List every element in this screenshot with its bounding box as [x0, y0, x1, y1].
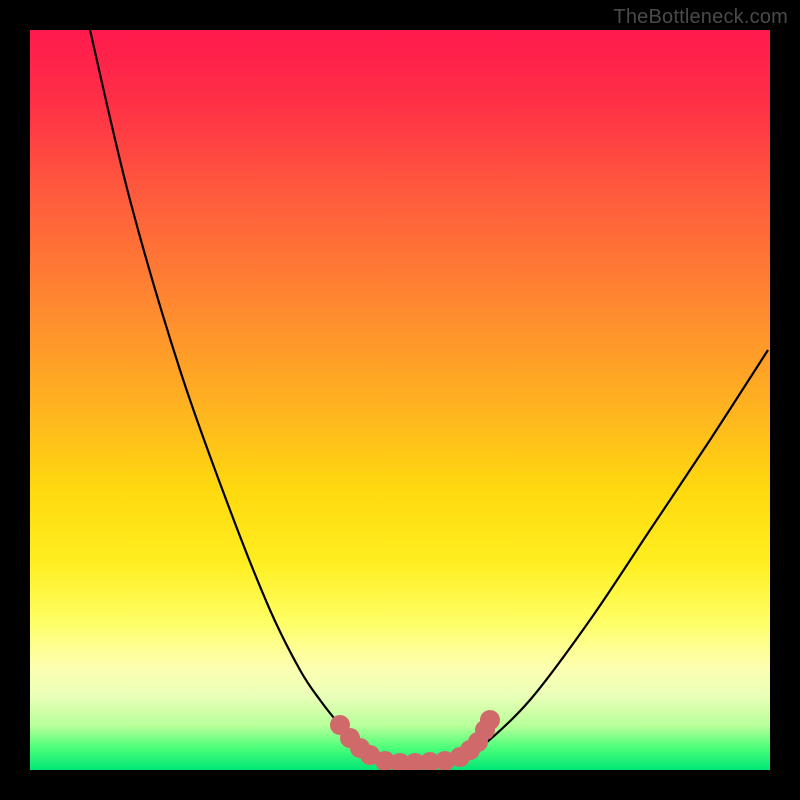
bottleneck-curve-svg: [30, 30, 770, 770]
watermark-text: TheBottleneck.com: [613, 6, 788, 29]
bottom-ridge-markers: [330, 710, 500, 770]
chart-plot-area: [30, 30, 770, 770]
ridge-marker: [480, 710, 500, 730]
bottleneck-curve-path: [90, 30, 768, 762]
